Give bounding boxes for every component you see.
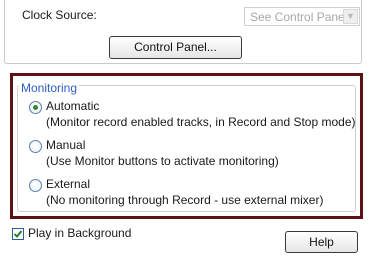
play-in-background-checkbox[interactable] <box>12 228 24 240</box>
clock-source-select[interactable]: See Control Panel ▼ <box>244 7 360 26</box>
clock-source-label: Clock Source: <box>22 8 97 22</box>
monitoring-legend: Monitoring <box>19 81 80 95</box>
external-description: (No monitoring through Record - use exte… <box>46 193 324 207</box>
monitoring-highlight-frame: Monitoring Automatic (Monitor record ena… <box>10 73 363 219</box>
external-radio[interactable] <box>29 179 42 192</box>
external-label[interactable]: External <box>46 177 90 191</box>
help-button[interactable]: Help <box>285 231 358 253</box>
automatic-description: (Monitor record enabled tracks, in Recor… <box>46 115 356 129</box>
chevron-down-icon[interactable]: ▼ <box>343 9 358 24</box>
automatic-radio[interactable] <box>29 101 42 114</box>
checkmark-icon <box>13 230 23 238</box>
play-in-background-label[interactable]: Play in Background <box>28 226 131 240</box>
control-panel-button[interactable]: Control Panel... <box>109 36 242 59</box>
manual-radio[interactable] <box>29 140 42 153</box>
clock-source-value: See Control Panel <box>250 10 348 24</box>
automatic-label[interactable]: Automatic <box>46 99 99 113</box>
manual-description: (Use Monitor buttons to activate monitor… <box>46 154 279 168</box>
manual-label[interactable]: Manual <box>46 138 85 152</box>
